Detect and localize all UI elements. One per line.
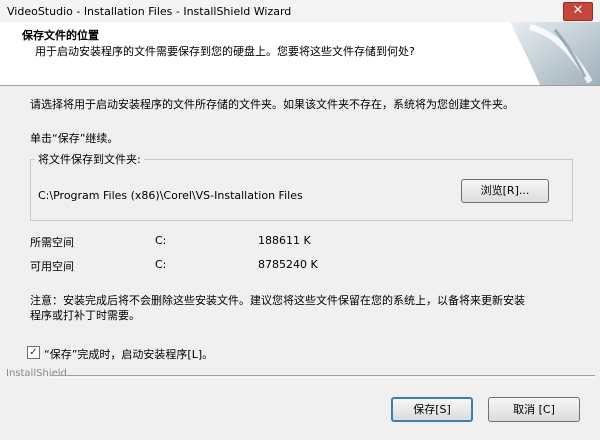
available-space-drive: C: xyxy=(155,258,167,271)
cancel-button[interactable]: 取消 [C] xyxy=(488,397,580,422)
continue-hint: 单击“保存”继续。 xyxy=(30,132,119,145)
close-button[interactable]: ✕ xyxy=(563,2,593,21)
required-space-drive: C: xyxy=(155,234,167,247)
wizard-header: 保存文件的位置 用于启动安装程序的文件需要保存到您的硬盘上。您要将这些文件存储到… xyxy=(0,22,600,86)
available-space-value: 8785240 K xyxy=(258,258,318,271)
required-space-value: 188611 K xyxy=(258,234,311,247)
required-space-label: 所需空间 xyxy=(30,236,74,249)
header-title: 保存文件的位置 xyxy=(22,29,99,42)
window-title: VideoStudio - Installation Files - Insta… xyxy=(7,5,292,18)
installshield-logo-icon xyxy=(500,22,600,85)
instruction-text: 请选择将用于启动安装程序的文件所存储的文件夹。如果该文件夹不存在，系统将为您创建… xyxy=(30,98,514,111)
available-space-label: 可用空间 xyxy=(30,260,74,273)
title-bar: VideoStudio - Installation Files - Insta… xyxy=(0,0,600,23)
folder-group-label: 将文件保存到文件夹: xyxy=(35,151,144,167)
note-text: 注意：安装完成后将不会删除这些安装文件。建议您将这些文件保留在您的系统上，以备将… xyxy=(30,294,525,322)
save-button[interactable]: 保存[S] xyxy=(391,397,473,422)
header-description: 用于启动安装程序的文件需要保存到您的硬盘上。您要将这些文件存储到何处? xyxy=(35,45,415,58)
launch-setup-checkbox[interactable]: ✓ xyxy=(27,346,40,359)
destination-folder-group: 将文件保存到文件夹: C:\Program Files (x86)\Corel\… xyxy=(30,151,573,221)
destination-path: C:\Program Files (x86)\Corel\VS-Installa… xyxy=(38,189,303,202)
launch-setup-label[interactable]: “保存”完成时，启动安装程序[L]。 xyxy=(44,346,213,362)
browse-button[interactable]: 浏览[R]... xyxy=(461,179,549,203)
footer-divider xyxy=(50,375,595,378)
